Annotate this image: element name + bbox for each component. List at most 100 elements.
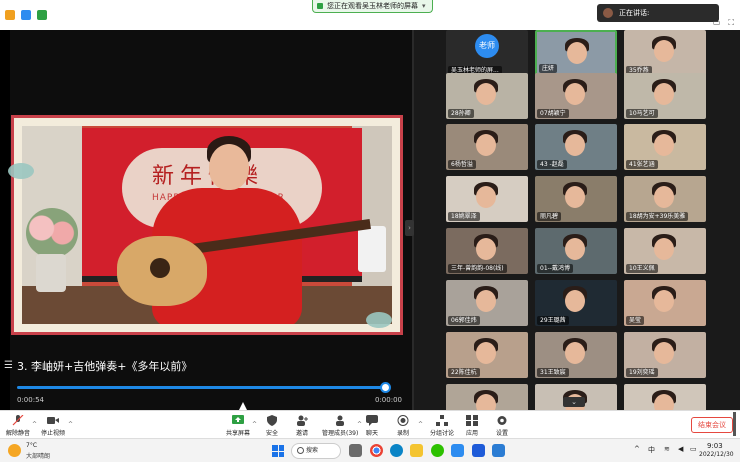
share-options-caret[interactable]: ^ (252, 421, 257, 428)
task-view-icon[interactable] (349, 444, 362, 457)
participant-tile[interactable]: 31王致宸 (535, 332, 617, 378)
info-icon[interactable] (21, 10, 31, 20)
viewing-share-banner[interactable]: 您正在观看吴玉林老师的屏幕 ▾ (312, 0, 433, 13)
participant-tile[interactable]: 10王义佩 (624, 228, 706, 274)
participant-face (654, 186, 674, 208)
chrome-icon[interactable] (370, 444, 383, 457)
video-options-caret[interactable]: ^ (68, 421, 73, 428)
input-method-indicator[interactable]: 中 (648, 445, 655, 455)
collapse-gallery-icon[interactable]: › (405, 220, 414, 236)
zoom-top-bar: 您正在观看吴玉林老师的屏幕 ▾ 正在讲话: ▭ ⛶ (0, 0, 740, 30)
participant-name: 06郭佳炜 (448, 316, 480, 325)
edge-icon[interactable] (390, 444, 403, 457)
left-strip (0, 30, 10, 410)
participant-tile[interactable]: 吴莹 (624, 280, 706, 326)
mute-button[interactable]: 解除静音 (6, 415, 30, 437)
participant-tile[interactable]: 18胡为安+39乐美雅 (624, 176, 706, 222)
participant-tile[interactable]: 43 -赵磊 (535, 124, 617, 170)
wifi-icon[interactable]: ≋ (664, 445, 670, 453)
end-meeting-button[interactable]: 结束会议 (691, 417, 733, 433)
clock-date[interactable]: 2022/12/30 (699, 451, 734, 458)
participant-tile[interactable]: 18姚翠泽 (446, 176, 528, 222)
participant-tile[interactable]: 19刘奕瑶 (624, 332, 706, 378)
weather-temperature[interactable]: 7°C (26, 442, 37, 449)
participant-tile[interactable]: 07胡颖宁 (535, 73, 617, 119)
playlist-icon[interactable]: ☰ (4, 360, 13, 371)
participant-tile[interactable]: 01--戴鸿博 (535, 228, 617, 274)
participant-tile[interactable]: 35乔燕 (624, 30, 706, 76)
participants-options-caret[interactable]: ^ (357, 421, 362, 428)
participant-name: 吴莹 (626, 316, 645, 325)
participant-name: 18姚翠泽 (448, 212, 480, 221)
participant-name: 18胡为安+39乐美雅 (626, 212, 689, 221)
video-progress-bar[interactable] (17, 386, 389, 389)
minimize-icon[interactable]: ▭ (713, 18, 721, 28)
participant-face (476, 238, 496, 260)
weather-description[interactable]: 大部晴朗 (26, 451, 50, 460)
search-label: 搜索 (306, 447, 319, 454)
shield-icon[interactable] (5, 10, 15, 20)
participant-tile[interactable]: 41张艺涵 (624, 124, 706, 170)
participant-tile[interactable]: 29王璐茜 (535, 280, 617, 326)
participant-name: 43 -赵磊 (537, 160, 567, 169)
participants-button[interactable]: 管理成员(39) (322, 415, 358, 437)
security-button[interactable]: 安全 (266, 415, 278, 437)
breakout-rooms-button[interactable]: 分组讨论 (430, 415, 454, 437)
participant-tile[interactable]: 丽凡碧 (535, 176, 617, 222)
audio-options-caret[interactable]: ^ (32, 421, 37, 428)
fullscreen-icon[interactable]: ⛶ (728, 18, 734, 28)
pinned-app-icon[interactable] (492, 444, 505, 457)
battery-icon[interactable]: ▭ (690, 445, 697, 453)
participant-name: 10王义佩 (626, 264, 658, 273)
participants-label: 管理成员(39) (322, 430, 359, 437)
stop-video-label: 停止视频 (41, 430, 66, 437)
participant-tile[interactable]: 28孙卿 (446, 73, 528, 119)
clock-time[interactable]: 9:03 (707, 442, 723, 450)
apps-button[interactable]: 应用 (466, 415, 478, 437)
microphone-muted-icon (12, 415, 24, 426)
signal-icon[interactable] (37, 10, 47, 20)
participant-face (476, 342, 496, 364)
file-explorer-icon[interactable] (410, 444, 423, 457)
record-icon (397, 415, 409, 426)
settings-button[interactable]: 设置 (496, 415, 508, 437)
time-current: 0:00:54 (17, 396, 44, 404)
participant-tile[interactable]: 22陈佳杭 (446, 332, 528, 378)
participant-tile[interactable]: 庄妍 (535, 30, 617, 76)
record-button[interactable]: 录制 (397, 415, 409, 437)
tray-overflow-icon[interactable]: ^ (634, 445, 640, 453)
taskbar-search[interactable]: 搜索 (291, 443, 341, 459)
participant-name: 31王致宸 (537, 368, 569, 377)
mute-label: 解除静音 (6, 430, 31, 437)
participant-tile[interactable]: 10马艺可 (624, 73, 706, 119)
record-options-caret[interactable]: ^ (418, 421, 423, 428)
zoom-app-icon[interactable] (451, 444, 464, 457)
participant-name: 28孙卿 (448, 109, 474, 118)
participant-tile[interactable]: 6杨哲溢 (446, 124, 528, 170)
wechat-icon[interactable] (431, 444, 444, 457)
participant-name: 07胡颖宁 (537, 109, 569, 118)
weather-sun-icon[interactable] (8, 444, 21, 457)
stop-video-button[interactable]: 停止视频 (41, 415, 65, 437)
participant-face (565, 83, 585, 105)
video-content: 新年快樂 HAPPY LUNAR NEW YEAR (22, 126, 392, 324)
participant-name: 10马艺可 (626, 109, 658, 118)
invite-button[interactable]: 邀请 (296, 415, 308, 437)
participant-tile[interactable]: 三年-曾韵韵-08(线) (446, 228, 528, 274)
apps-icon (466, 415, 478, 426)
participant-face (565, 290, 585, 312)
gallery-page-down-icon[interactable]: ⌄ (563, 397, 585, 407)
view-options-icon[interactable]: ▾ (422, 2, 426, 10)
participant-tile[interactable]: 老师 吴玉林老师的屏... (446, 30, 528, 76)
camera-icon (47, 417, 59, 424)
windows-start-icon[interactable] (272, 445, 284, 457)
flowers (26, 208, 78, 258)
participant-tile[interactable]: 06郭佳炜 (446, 280, 528, 326)
chat-icon (366, 415, 378, 426)
speaker-icon[interactable]: ◀ (678, 445, 683, 453)
share-screen-button[interactable]: 共享屏幕 (226, 415, 250, 437)
participant-face (654, 342, 674, 364)
meeting-app-icon[interactable] (472, 444, 485, 457)
chat-button[interactable]: 聊天 (366, 415, 378, 437)
participant-face (476, 134, 496, 156)
